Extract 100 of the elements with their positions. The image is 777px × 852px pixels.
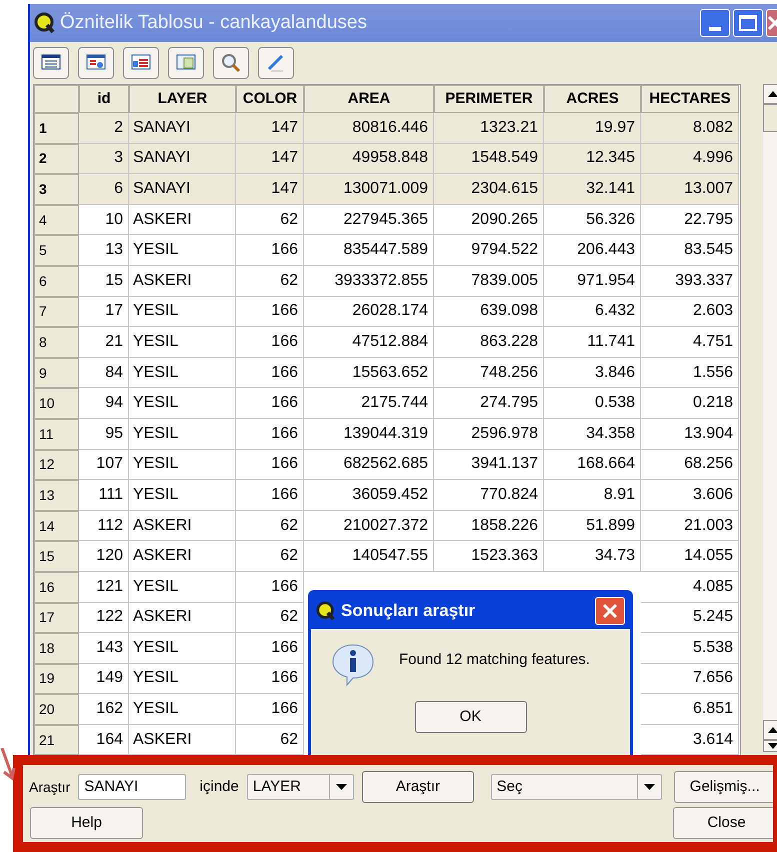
table-cell: ASKERI [129,541,236,572]
field-dropdown[interactable]: LAYER [246,774,354,800]
row-header[interactable]: 5 [34,235,79,266]
maximize-icon [739,15,757,31]
table-cell: 22.795 [641,204,739,236]
table-cell: 5.538 [641,633,739,664]
row-header[interactable]: 9 [34,358,79,388]
scroll-up-icon [763,720,777,740]
close-dialog-button[interactable]: Close [673,807,773,839]
row-header[interactable]: 21 [34,724,79,756]
table-cell: 49958.848 [304,144,434,174]
table-cell: 3 [79,144,129,174]
table-cell: YESIL [129,388,236,419]
toolbar-button[interactable] [123,47,159,79]
table-cell: 166 [236,694,304,725]
table-cell: YESIL [129,572,236,602]
table-cell: 1323.21 [434,113,544,144]
table-cell: 83.545 [641,235,739,266]
table-cell: 166 [236,235,304,266]
toolbar-button[interactable] [33,47,69,79]
table-cell: 15563.652 [304,358,434,388]
table-cell: 17 [79,296,129,328]
search-button[interactable]: Araştır [362,771,474,803]
table-cell: 6.851 [641,694,739,725]
row-header[interactable]: 19 [34,664,79,694]
column-header[interactable]: ACRES [544,85,641,113]
row-header[interactable]: 6 [34,266,79,297]
toolbar-button[interactable] [78,47,114,79]
table-cell: 26028.174 [304,296,434,328]
table-cell: 149 [79,664,129,694]
column-header[interactable]: HECTARES [641,85,739,113]
table-cell: 1858.226 [434,510,544,542]
row-header[interactable]: 1 [34,113,79,144]
column-header[interactable]: PERIMETER [434,85,544,113]
dropdown-arrow-icon [644,784,655,790]
row-header[interactable]: 4 [34,204,79,236]
row-header[interactable]: 17 [34,602,79,634]
advanced-button[interactable]: Gelişmiş... [674,771,774,803]
table-cell: 2175.744 [304,388,434,419]
table-cell: 8.91 [544,480,641,511]
table-cell: 168.664 [544,450,641,480]
row-header[interactable]: 18 [34,633,79,664]
table-cell: 62 [236,510,304,542]
search-label: Araştır [29,778,70,797]
row-header[interactable]: 8 [34,327,79,358]
column-header[interactable]: id [79,85,129,113]
table-cell: 147 [236,113,304,144]
table-cell: 34.358 [544,418,641,450]
column-header[interactable]: AREA [304,85,434,113]
table-cell: 95 [79,418,129,450]
table-cell: 1548.549 [434,144,544,174]
row-header[interactable]: 20 [34,694,79,725]
close-icon [602,603,618,619]
row-header[interactable]: 10 [34,388,79,419]
table-cell: 164 [79,724,129,756]
table-cell: 971.954 [544,266,641,297]
table-cell: 1.556 [641,358,739,388]
table-cell: 62 [236,724,304,756]
table-cell: 10 [79,204,129,236]
table-cell: 13.904 [641,418,739,450]
table-cell: 166 [236,633,304,664]
row-header[interactable]: 13 [34,480,79,511]
close-icon [767,15,777,31]
table-cell: 166 [236,358,304,388]
vertical-scrollbar[interactable] [763,84,777,752]
dialog-title: Sonuçları araştır [341,600,476,622]
table-cell: 111 [79,480,129,511]
table-cell: 34.73 [544,541,641,572]
scroll-thumb[interactable] [763,104,777,132]
row-header[interactable]: 3 [34,174,79,205]
row-header[interactable]: 15 [34,541,79,572]
table-cell: 120 [79,541,129,572]
table-cell: 227945.365 [304,204,434,236]
row-header[interactable]: 7 [34,296,79,328]
table-cell: 121 [79,572,129,602]
close-button[interactable] [595,597,625,625]
row-header[interactable]: 2 [34,144,79,174]
table-cell: ASKERI [129,510,236,542]
ok-button[interactable]: OK [414,701,526,733]
row-header[interactable]: 14 [34,510,79,542]
row-header[interactable]: 11 [34,418,79,450]
table-cell: 19.97 [544,113,641,144]
column-header[interactable]: COLOR [236,85,304,113]
mode-dropdown[interactable]: Seç [490,774,662,800]
table-cell: YESIL [129,296,236,328]
maximize-button[interactable] [733,9,763,37]
table-cell: 2596.978 [434,418,544,450]
row-header[interactable]: 16 [34,572,79,602]
minimize-button[interactable] [700,9,730,37]
table-cell: 166 [236,296,304,328]
table-cell: 62 [236,266,304,297]
table-cell: YESIL [129,358,236,388]
help-button[interactable]: Help [30,807,143,839]
table-cell: 393.337 [641,266,739,297]
toolbar-button[interactable] [168,47,204,79]
column-header[interactable]: LAYER [129,85,236,113]
table-cell: 13 [79,235,129,266]
scroll-up-icon [763,84,777,104]
row-header[interactable]: 12 [34,450,79,480]
search-field[interactable]: SANAYI [78,774,186,800]
